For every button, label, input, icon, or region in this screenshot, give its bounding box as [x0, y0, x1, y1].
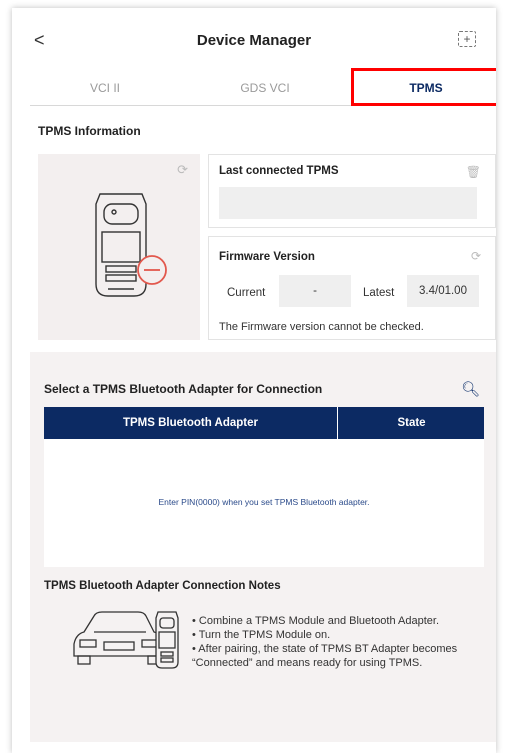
- tpms-information-title: TPMS Information: [38, 124, 141, 138]
- column-state: State: [397, 417, 426, 429]
- firmware-note: The Firmware version cannot be checked.: [219, 321, 424, 333]
- adapter-table-body: Enter PIN(0000) when you set TPMS Blueto…: [44, 439, 484, 567]
- last-connected-title: Last connected TPMS: [219, 165, 339, 177]
- tpms-device-illustration: [95, 193, 167, 297]
- update-icon[interactable]: ⟳: [471, 249, 481, 263]
- refresh-icon[interactable]: ⟳: [177, 162, 188, 178]
- header: < Device Manager +: [12, 8, 496, 70]
- last-connected-value: [219, 187, 477, 219]
- column-adapter: TPMS Bluetooth Adapter: [44, 407, 338, 439]
- search-icon[interactable]: 🔍︎: [461, 380, 480, 398]
- expand-icon[interactable]: +: [458, 31, 476, 47]
- adapter-table-header: TPMS Bluetooth Adapter State: [44, 407, 484, 439]
- current-version-value: -: [279, 275, 351, 307]
- notes-title: TPMS Bluetooth Adapter Connection Notes: [44, 580, 281, 592]
- trash-icon[interactable]: 🗑: [466, 165, 481, 179]
- firmware-card: Firmware Version ⟳ Current - Latest 3.4/…: [208, 236, 496, 340]
- expand-icon-glyph: +: [463, 32, 471, 46]
- device-image-panel: ⟳: [38, 154, 200, 340]
- car-adapter-illustration: [73, 611, 179, 669]
- note-item: • Combine a TPMS Module and Bluetooth Ad…: [192, 615, 440, 627]
- empty-message: Enter PIN(0000) when you set TPMS Blueto…: [158, 497, 370, 507]
- page-title: Device Manager: [196, 32, 312, 49]
- current-label: Current: [227, 287, 266, 299]
- app-frame: < Device Manager + VCI II GDS VCI TPMS T…: [12, 8, 496, 753]
- tab-tpms[interactable]: TPMS: [351, 68, 496, 106]
- adapter-section-title: Select a TPMS Bluetooth Adapter for Conn…: [44, 382, 323, 396]
- note-item: • Turn the TPMS Module on.: [192, 629, 331, 641]
- last-connected-card: Last connected TPMS 🗑: [208, 154, 496, 228]
- tab-bar: VCI II GDS VCI TPMS: [30, 68, 496, 106]
- notes-list: • Combine a TPMS Module and Bluetooth Ad…: [192, 614, 492, 670]
- adapter-section: Select a TPMS Bluetooth Adapter for Conn…: [30, 352, 496, 742]
- firmware-title: Firmware Version: [219, 251, 315, 263]
- tab-gds-vci[interactable]: GDS VCI: [190, 70, 340, 106]
- latest-version-value: 3.4/01.00: [407, 275, 479, 307]
- latest-label: Latest: [363, 287, 395, 299]
- note-item: • After pairing, the state of TPMS BT Ad…: [192, 643, 458, 669]
- tab-vci-ii[interactable]: VCI II: [30, 70, 180, 106]
